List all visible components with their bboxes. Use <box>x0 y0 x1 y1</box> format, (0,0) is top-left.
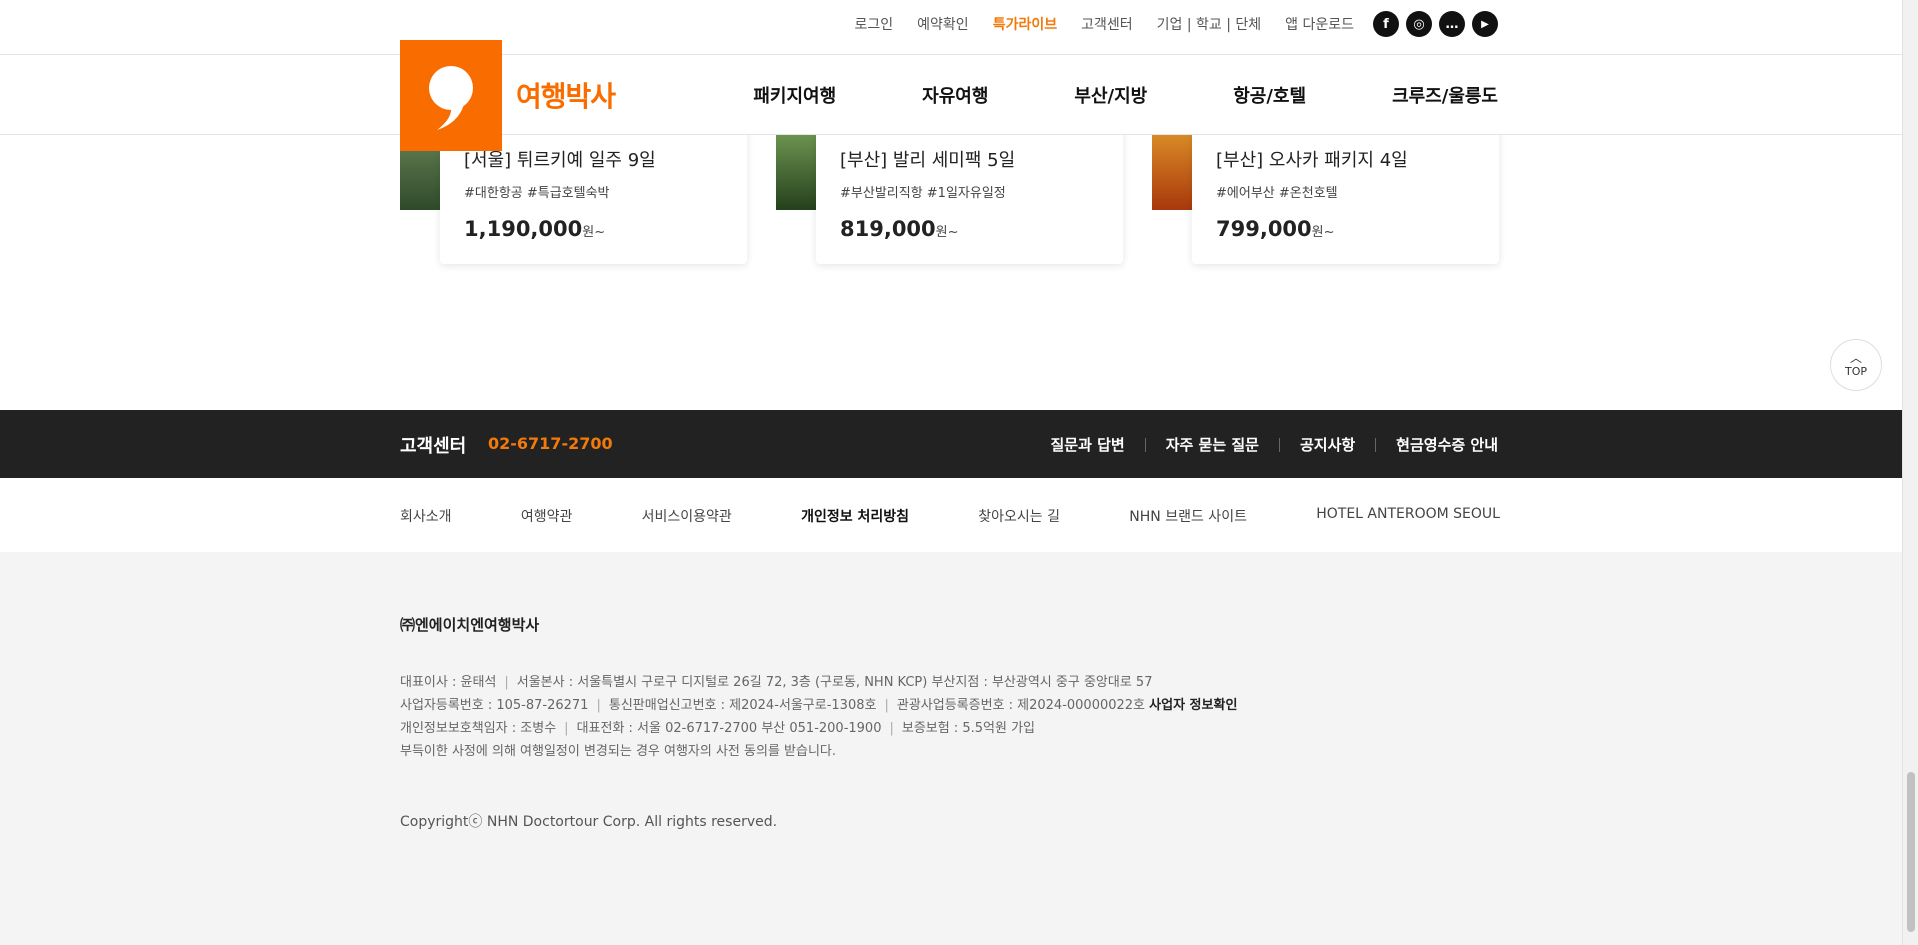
notice-link[interactable]: 공지사항 <box>1300 434 1355 455</box>
customer-center-title: 고객센터 <box>400 436 467 457</box>
phone-text: 대표전화 : 서울 02-6717-2700 부산 051-200-1900 <box>576 721 882 736</box>
business-info-link[interactable]: 사업자 정보확인 <box>1149 698 1237 713</box>
nav-air-hotel[interactable]: 항공/호텔 <box>1233 82 1306 108</box>
product-price: 799,000원~ <box>1216 217 1475 241</box>
price-unit: 원~ <box>935 225 959 240</box>
divider <box>1144 437 1146 452</box>
product-tags: #부산발리직항 #1일자유일정 <box>840 186 1006 201</box>
footer-link-hotel[interactable]: HOTEL ANTEROOM SEOUL <box>1316 506 1500 526</box>
logo-icon[interactable] <box>400 40 502 151</box>
group-travel-link[interactable]: 기업 | 학교 | 단체 <box>1157 14 1262 34</box>
nav-free-travel[interactable]: 자유여행 <box>922 82 988 108</box>
footer-link-travel-terms[interactable]: 여행약관 <box>521 506 573 526</box>
scrollbar-thumb[interactable] <box>1907 772 1915 932</box>
product-title: [부산] 발리 세미팩 5일 <box>840 150 1016 171</box>
price-value: 799,000 <box>1216 217 1312 241</box>
insurance-text: 보증보험 : 5.5억원 가입 <box>901 721 1035 736</box>
utility-links: 로그인 예약확인 특가라이브 고객센터 기업 | 학교 | 단체 앱 다운로드 … <box>831 11 1498 37</box>
faq-link[interactable]: 자주 묻는 질문 <box>1166 434 1259 455</box>
footer-links: 회사소개 여행약관 서비스이용약관 개인정보 처리방침 찾아오시는 길 NHN … <box>0 478 1902 552</box>
social-links: f ◎ … ▶ <box>1366 11 1498 37</box>
product-title: [서울] 튀르키예 일주 9일 <box>464 150 656 171</box>
company-name: ㈜엔에이치엔여행박사 <box>400 616 540 634</box>
kakaotalk-icon[interactable]: … <box>1439 11 1465 37</box>
info-line: 개인정보보호책임자 : 조병수 | 대표전화 : 서울 02-6717-2700 부… <box>400 721 1035 736</box>
price-unit: 원~ <box>582 225 606 240</box>
footer-link-directions[interactable]: 찾아오시는 길 <box>978 506 1060 526</box>
footer-link-nhn-brand[interactable]: NHN 브랜드 사이트 <box>1129 506 1247 526</box>
product-card[interactable]: [부산] 발리 세미팩 5일 #부산발리직항 #1일자유일정 819,000원~ <box>776 120 1123 265</box>
special-live-link[interactable]: 특가라이브 <box>993 14 1057 34</box>
nav-menu: 패키지여행 자유여행 부산/지방 항공/호텔 크루즈/울릉도 <box>667 82 1498 108</box>
ceo-text: 대표이사 : 윤태석 <box>400 675 497 690</box>
nav-cruise-ulleungdo[interactable]: 크루즈/울릉도 <box>1392 82 1498 108</box>
info-line: 대표이사 : 윤태석 | 서울본사 : 서울특별시 구로구 디지털로 26길 72,… <box>400 675 1153 690</box>
app-download-link[interactable]: 앱 다운로드 <box>1285 14 1354 34</box>
product-cards: [서울] 튀르키예 일주 9일 #대한항공 #특급호텔숙박 1,190,000원… <box>400 120 1500 270</box>
divider <box>1375 437 1377 452</box>
product-tags: #대한항공 #특급호텔숙박 <box>464 186 610 201</box>
product-price: 1,190,000원~ <box>464 217 723 241</box>
customer-center-phone[interactable]: 02-6717-2700 <box>488 434 613 453</box>
customer-center-links: 질문과 답변 자주 묻는 질문 공지사항 현금영수증 안내 <box>1050 434 1498 455</box>
info-line: 부득이한 사정에 의해 여행일정이 변경되는 경우 여행자의 사전 동의를 받습… <box>400 744 837 759</box>
copyright: Copyrightⓒ NHN Doctortour Corp. All righ… <box>400 814 778 830</box>
main-nav: 패키지여행 자유여행 부산/지방 항공/호텔 크루즈/울릉도 <box>0 55 1902 135</box>
nav-package-tour[interactable]: 패키지여행 <box>753 82 836 108</box>
mail-order-number-text: 통신판매업신고번호 : 제2024-서울구로-1308호 <box>608 698 877 713</box>
qna-link[interactable]: 질문과 답변 <box>1050 434 1124 455</box>
product-info[interactable]: [부산] 오사카 패키지 4일 #에어부산 #온천호텔 799,000원~ <box>1192 120 1499 264</box>
utility-bar: 로그인 예약확인 특가라이브 고객센터 기업 | 학교 | 단체 앱 다운로드 … <box>0 0 1902 55</box>
customer-center-link[interactable]: 고객센터 <box>1081 14 1133 34</box>
price-value: 819,000 <box>840 217 936 241</box>
scrollbar[interactable] <box>1902 0 1918 945</box>
divider <box>1278 437 1280 452</box>
address-text: 서울본사 : 서울특별시 구로구 디지털로 26길 72, 3층 (구로동, N… <box>516 675 1153 690</box>
login-link[interactable]: 로그인 <box>855 14 894 34</box>
info-line: 사업자등록번호 : 105-87-26271 | 통신판매업신고번호 : 제2024… <box>400 698 1238 713</box>
product-price: 819,000원~ <box>840 217 1099 241</box>
footer-link-service-terms[interactable]: 서비스이용약관 <box>642 506 732 526</box>
business-number-text: 사업자등록번호 : 105-87-26271 <box>400 698 589 713</box>
instagram-icon[interactable]: ◎ <box>1406 11 1432 37</box>
product-info[interactable]: [부산] 발리 세미팩 5일 #부산발리직항 #1일자유일정 819,000원~ <box>816 120 1123 264</box>
page: 로그인 예약확인 특가라이브 고객센터 기업 | 학교 | 단체 앱 다운로드 … <box>0 0 1902 945</box>
company-details: 대표이사 : 윤태석 | 서울본사 : 서울특별시 구로구 디지털로 26길 72,… <box>400 671 1500 763</box>
product-card[interactable]: [부산] 오사카 패키지 4일 #에어부산 #온천호텔 799,000원~ <box>1152 120 1499 265</box>
facebook-icon[interactable]: f <box>1373 11 1399 37</box>
customer-center-bar: 고객센터 02-6717-2700 질문과 답변 자주 묻는 질문 공지사항 현… <box>0 410 1902 478</box>
tourism-number-text: 관광사업등록증번호 : 제2024-00000022호 <box>896 698 1146 713</box>
privacy-officer-text: 개인정보보호책임자 : 조병수 <box>400 721 557 736</box>
company-info: ㈜엔에이치엔여행박사 대표이사 : 윤태석 | 서울본사 : 서울특별시 구로구 디… <box>400 614 1500 831</box>
scroll-top-label: TOP <box>1844 364 1867 378</box>
chevron-up-icon: ︿ <box>1849 350 1862 365</box>
scroll-top-button[interactable]: ︿ TOP <box>1830 339 1882 391</box>
footer-link-about[interactable]: 회사소개 <box>400 506 452 526</box>
price-value: 1,190,000 <box>464 217 583 241</box>
product-title: [부산] 오사카 패키지 4일 <box>1216 150 1408 171</box>
logo-text[interactable]: 여행박사 <box>516 75 616 115</box>
reservation-check-link[interactable]: 예약확인 <box>917 14 969 34</box>
cash-receipt-link[interactable]: 현금영수증 안내 <box>1396 434 1498 455</box>
youtube-icon[interactable]: ▶ <box>1472 11 1498 37</box>
product-tags: #에어부산 #온천호텔 <box>1216 186 1338 201</box>
nav-busan-regional[interactable]: 부산/지방 <box>1074 82 1147 108</box>
footer-link-privacy[interactable]: 개인정보 처리방침 <box>801 506 909 526</box>
price-unit: 원~ <box>1311 225 1335 240</box>
